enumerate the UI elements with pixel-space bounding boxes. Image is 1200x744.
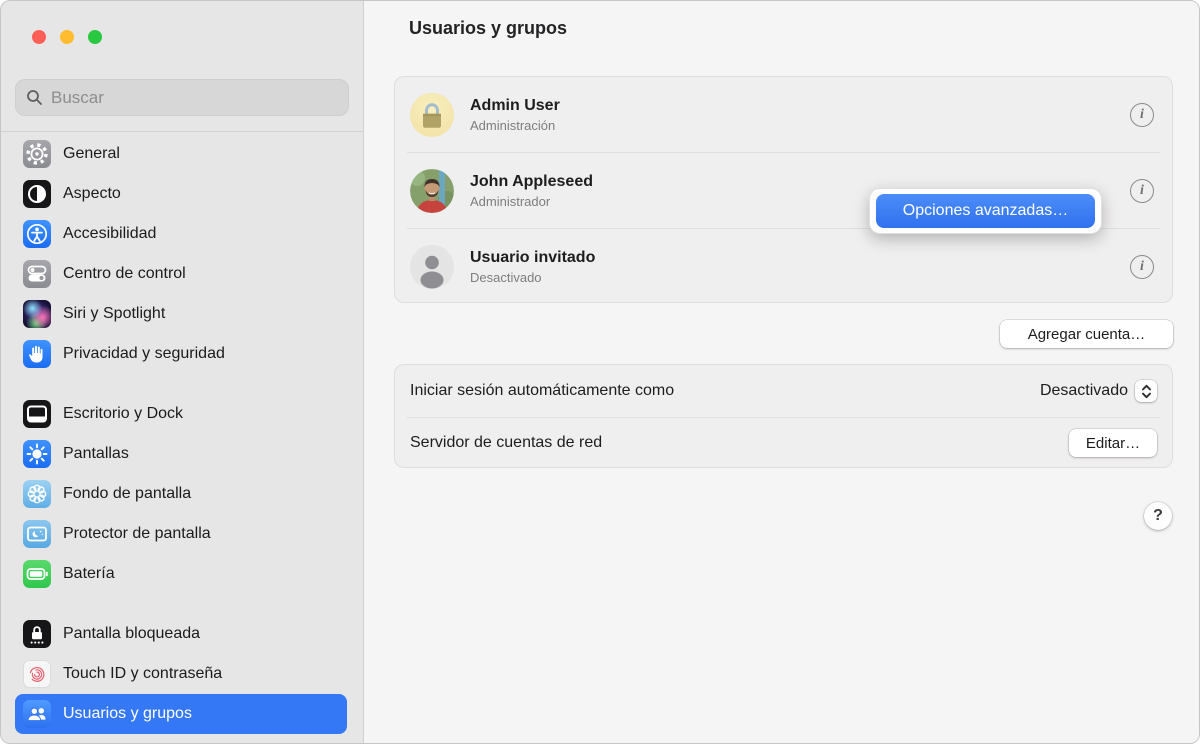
user-texts: Admin User Administración (470, 96, 1130, 133)
desktop-dock-icon (23, 400, 51, 428)
context-popover: Opciones avanzadas… (869, 188, 1102, 234)
sidebar-group-gap (1, 594, 363, 614)
sun-icon (23, 440, 51, 468)
battery-icon (23, 560, 51, 588)
sidebar-item-touch-id[interactable]: Touch ID y contraseña (15, 654, 347, 694)
control-center-icon (23, 260, 51, 288)
gear-icon (23, 140, 51, 168)
accessibility-icon (23, 220, 51, 248)
info-icon[interactable]: i (1130, 179, 1154, 203)
auto-login-label: Iniciar sesión automáticamente como (410, 382, 1040, 400)
search-input[interactable] (51, 88, 338, 108)
auto-login-value: Desactivado (1040, 382, 1128, 400)
user-row-admin[interactable]: Admin User Administración i (395, 77, 1172, 152)
user-name: Admin User (470, 96, 1130, 116)
sidebar-group-gap (1, 374, 363, 394)
user-texts: Usuario invitado Desactivado (470, 248, 1130, 285)
sidebar-item-label: Siri y Spotlight (63, 305, 165, 323)
sidebar-item-label: Fondo de pantalla (63, 485, 191, 503)
sidebar-item-usuarios-y-grupos[interactable]: Usuarios y grupos (15, 694, 347, 734)
sidebar-item-label: Usuarios y grupos (63, 705, 192, 723)
sidebar-item-label: Pantalla bloqueada (63, 625, 200, 643)
sidebar-item-privacidad-y-seguridad[interactable]: Privacidad y seguridad (15, 334, 347, 374)
sidebar-item-fondo-de-pantalla[interactable]: Fondo de pantalla (15, 474, 347, 514)
sidebar-item-siri-y-spotlight[interactable]: Siri y Spotlight (15, 294, 347, 334)
sidebar-item-label: Privacidad y seguridad (63, 345, 225, 363)
sidebar-item-label: Centro de control (63, 265, 186, 283)
sidebar-item-bateria[interactable]: Batería (15, 554, 347, 594)
guest-avatar (410, 245, 454, 289)
sidebar-item-general[interactable]: General (15, 134, 347, 174)
add-account-button[interactable]: Agregar cuenta… (1000, 320, 1173, 348)
john-photo-avatar (410, 169, 454, 213)
user-subtitle: Desactivado (470, 270, 1130, 285)
sidebar-item-aspecto[interactable]: Aspecto (15, 174, 347, 214)
sidebar-item-accesibilidad[interactable]: Accesibilidad (15, 214, 347, 254)
search-field[interactable] (15, 79, 349, 116)
sidebar-item-label: Aspecto (63, 185, 121, 203)
info-icon[interactable]: i (1130, 255, 1154, 279)
edit-button[interactable]: Editar… (1069, 429, 1157, 457)
chevron-up-down-icon (1135, 380, 1157, 402)
page-title: Usuarios y grupos (409, 18, 567, 39)
users-icon (23, 700, 51, 728)
sidebar-nav: General Aspecto Accesibilidad Centro de … (1, 134, 363, 734)
siri-icon (23, 300, 51, 328)
user-subtitle: Administración (470, 118, 1130, 133)
hand-icon (23, 340, 51, 368)
user-row-guest[interactable]: Usuario invitado Desactivado i (395, 229, 1172, 304)
sidebar-item-label: Batería (63, 565, 115, 583)
sidebar-item-label: Escritorio y Dock (63, 405, 183, 423)
main-pane: Usuarios y grupos Admin User Administrac… (365, 1, 1200, 744)
sidebar: General Aspecto Accesibilidad Centro de … (1, 1, 364, 744)
sidebar-item-protector-de-pantalla[interactable]: Protector de pantalla (15, 514, 347, 554)
sidebar-divider (1, 131, 364, 132)
admin-lock-avatar (410, 93, 454, 137)
sidebar-item-label: Accesibilidad (63, 225, 156, 243)
sidebar-item-label: Touch ID y contraseña (63, 665, 222, 683)
user-name: Usuario invitado (470, 248, 1130, 268)
network-server-row: Servidor de cuentas de red Editar… (395, 417, 1172, 469)
sidebar-item-pantalla-bloqueada[interactable]: Pantalla bloqueada (15, 614, 347, 654)
help-button[interactable]: ? (1144, 502, 1172, 530)
sidebar-item-centro-de-control[interactable]: Centro de control (15, 254, 347, 294)
login-settings-card: Iniciar sesión automáticamente como Desa… (394, 364, 1173, 468)
screensaver-icon (23, 520, 51, 548)
sidebar-item-label: General (63, 145, 120, 163)
search-icon (26, 89, 43, 106)
advanced-options-button[interactable]: Opciones avanzadas… (876, 194, 1095, 228)
info-icon[interactable]: i (1130, 103, 1154, 127)
auto-login-row: Iniciar sesión automáticamente como Desa… (395, 365, 1172, 417)
settings-window: General Aspecto Accesibilidad Centro de … (0, 0, 1200, 744)
sidebar-item-escritorio-y-dock[interactable]: Escritorio y Dock (15, 394, 347, 434)
fingerprint-icon (23, 660, 51, 688)
sidebar-item-label: Pantallas (63, 445, 129, 463)
network-server-label: Servidor de cuentas de red (410, 434, 1069, 452)
sidebar-item-label: Protector de pantalla (63, 525, 211, 543)
zoom-window-button[interactable] (88, 30, 102, 44)
lock-screen-icon (23, 620, 51, 648)
sidebar-item-pantallas[interactable]: Pantallas (15, 434, 347, 474)
flower-icon (23, 480, 51, 508)
appearance-icon (23, 180, 51, 208)
auto-login-select[interactable]: Desactivado (1040, 380, 1157, 402)
close-window-button[interactable] (32, 30, 46, 44)
minimize-window-button[interactable] (60, 30, 74, 44)
